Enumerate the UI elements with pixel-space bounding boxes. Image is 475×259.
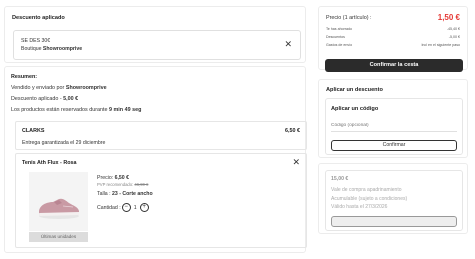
- quantity-value: 1: [133, 204, 137, 211]
- applied-code-boutique: Boutique Showroomprive: [21, 46, 82, 52]
- discount-line: Descuento aplicado - 5,00 €: [11, 96, 78, 102]
- price-summary-card: Precio (1 artículo) : 1,50 € Te has ahor…: [318, 6, 468, 72]
- stock-badge: Últimas unidades: [29, 232, 88, 242]
- rrp-value: 46,90 €: [134, 182, 149, 187]
- boutique-prefix: Boutique: [21, 46, 43, 52]
- voucher-amount: 15,00 €: [331, 176, 349, 182]
- delivery-date: Entrega garantizada el 29 diciembre: [22, 140, 106, 146]
- apply-code-box: Aplicar un código Confirmar: [325, 98, 463, 155]
- applied-code-box: SE DES 30€ Boutique Showroomprive ✕: [13, 30, 301, 60]
- shipping-value: Incl en el siguiente paso: [421, 43, 460, 47]
- voucher-apply-button[interactable]: [331, 216, 457, 227]
- voucher-card: 15,00 € Vale de compra apadrinamiento Ac…: [318, 163, 468, 234]
- applied-code: SE DES 30€: [21, 38, 51, 44]
- price-items-label: Precio (1 artículo) :: [326, 15, 372, 21]
- sold-by-prefix: Vendido y enviado por: [11, 85, 66, 91]
- voucher-box: 15,00 € Vale de compra apadrinamiento Ac…: [325, 170, 463, 231]
- product-item: Tenis Ath Flux - Rosa ✕ Últimas unidades…: [15, 153, 307, 248]
- sold-by-name: Showroomprive: [65, 85, 107, 91]
- reservation-timer: 9 min 49 seg: [109, 107, 142, 113]
- remove-product-close-icon[interactable]: ✕: [292, 158, 300, 167]
- rrp-label: PVP recomendado:: [97, 182, 135, 187]
- discount-code-input[interactable]: [331, 120, 457, 132]
- savings-label: Te has ahorrado: [326, 27, 352, 31]
- voucher-validity: Válido hasta el 27/3/2026: [331, 204, 388, 210]
- remove-discount-close-icon[interactable]: ✕: [284, 40, 292, 49]
- shipping-label: Gastos de envío: [326, 43, 353, 47]
- boutique-name: Showroomprive: [42, 46, 83, 52]
- savings-row: Te has ahorrado -45,40 €: [326, 27, 460, 31]
- quantity-label: Cantidad :: [97, 204, 121, 211]
- price-value: 6,50 €: [114, 175, 130, 181]
- savings-value: -45,40 €: [446, 27, 460, 31]
- apply-discount-title: Aplicar un descuento: [326, 87, 383, 93]
- discounts-row: Descuentos -5,00 €: [326, 35, 460, 39]
- discounts-label: Descuentos: [326, 35, 345, 39]
- size-value: 23 - Corte ancho: [112, 191, 153, 197]
- reservation-prefix: Los productos están reservados durante: [11, 107, 109, 113]
- discount-prefix: Descuento aplicado -: [11, 96, 64, 102]
- discount-applied-card: Descuento aplicado SE DES 30€ Boutique S…: [4, 6, 306, 63]
- price-label: Precio:: [97, 175, 115, 181]
- brand-subtotal: 6,50 €: [285, 128, 300, 134]
- price-total: 1,50 €: [437, 13, 460, 22]
- brand-name: CLARKS: [22, 128, 45, 134]
- apply-discount-card: Aplicar un descuento Aplicar un código C…: [318, 79, 468, 158]
- reservation-line: Los productos están reservados durante 9…: [11, 107, 141, 113]
- size-label: Talla :: [97, 191, 112, 197]
- product-price: Precio: 6,50 €: [97, 175, 129, 181]
- apply-code-title: Aplicar un código: [331, 106, 379, 112]
- quantity-increase-button[interactable]: +: [139, 203, 149, 212]
- product-size: Talla : 23 - Corte ancho: [97, 191, 153, 197]
- product-image[interactable]: [29, 172, 88, 231]
- quantity-decrease-button[interactable]: −: [121, 203, 131, 212]
- summary-card: Resumen: Vendido y enviado por Showroomp…: [4, 66, 307, 253]
- confirm-cart-button[interactable]: Confirmar la cesta: [325, 59, 463, 72]
- brand-box: CLARKS 6,50 € Entrega garantizada el 29 …: [15, 121, 307, 150]
- quantity-stepper: Cantidad : − 1 +: [97, 203, 150, 212]
- product-rrp: PVP recomendado: 46,90 €: [97, 182, 148, 187]
- shipping-row: Gastos de envío Incl en el siguiente pas…: [326, 43, 460, 47]
- summary-title: Resumen:: [11, 74, 38, 80]
- apply-code-confirm-button[interactable]: Confirmar: [331, 140, 457, 151]
- voucher-conditions: Acumulable (sujeto a condiciones): [331, 196, 408, 202]
- discount-applied-title: Descuento aplicado: [12, 15, 65, 21]
- product-name[interactable]: Tenis Ath Flux - Rosa: [22, 160, 77, 166]
- sold-by-line: Vendido y enviado por Showroomprive: [11, 85, 107, 91]
- voucher-description: Vale de compra apadrinamiento: [331, 187, 402, 193]
- discount-value: 5,00 €: [63, 96, 79, 102]
- discounts-value: -5,00 €: [448, 35, 460, 39]
